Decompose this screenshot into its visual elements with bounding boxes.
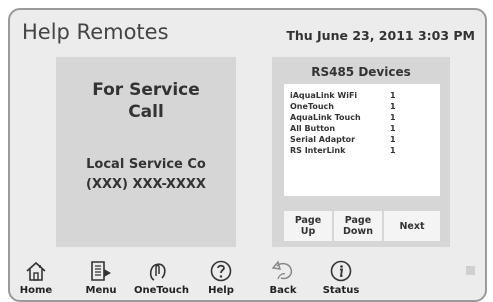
onetouch-icon bbox=[146, 260, 170, 282]
nav-menu-label: Menu bbox=[85, 285, 117, 296]
nav-onetouch-button[interactable]: OneTouch bbox=[134, 258, 189, 300]
page-down-label: Page Down bbox=[343, 215, 373, 237]
device-count: 1 bbox=[390, 102, 396, 111]
nav-back-label: Back bbox=[269, 285, 297, 296]
nav-status-button[interactable]: Status bbox=[317, 258, 365, 300]
home-icon bbox=[24, 260, 48, 282]
device-count: 1 bbox=[390, 135, 396, 144]
next-label: Next bbox=[399, 220, 425, 232]
screen-frame: Help Remotes Thu June 23, 2011 3:03 PM F… bbox=[8, 8, 487, 302]
device-count: 1 bbox=[390, 113, 396, 122]
service-heading: For Service Call bbox=[56, 79, 236, 123]
service-panel: For Service Call Local Service Co (XXX) … bbox=[56, 57, 236, 247]
service-heading-line1: For Service bbox=[92, 80, 200, 100]
service-heading-line2: Call bbox=[128, 102, 164, 122]
service-company: Local Service Co bbox=[86, 157, 206, 172]
next-button[interactable]: Next bbox=[384, 211, 440, 241]
nav-back-button[interactable]: Back bbox=[259, 258, 307, 300]
rs485-devices-panel: RS485 Devices iAquaLink WiFi 1 OneTouch … bbox=[272, 57, 450, 247]
device-count: 1 bbox=[390, 146, 396, 155]
nav-help-label: Help bbox=[208, 285, 234, 296]
menu-icon bbox=[89, 260, 113, 282]
header: Help Remotes Thu June 23, 2011 3:03 PM bbox=[10, 10, 485, 52]
device-name: All Button bbox=[290, 124, 336, 133]
info-icon bbox=[329, 260, 353, 282]
page-up-button[interactable]: Page Up bbox=[284, 211, 332, 241]
help-icon bbox=[209, 260, 233, 282]
devices-title: RS485 Devices bbox=[311, 65, 411, 79]
device-name: AquaLink Touch bbox=[290, 113, 361, 122]
bottom-nav-bar: Home Menu OneTouch Help Back Status bbox=[10, 258, 485, 300]
device-name: RS InterLink bbox=[290, 146, 346, 155]
service-phone: (XXX) XXX-XXXX bbox=[86, 177, 206, 192]
nav-status-label: Status bbox=[322, 285, 360, 296]
device-name: Serial Adaptor bbox=[290, 135, 356, 144]
nav-menu-button[interactable]: Menu bbox=[77, 258, 125, 300]
nav-home-button[interactable]: Home bbox=[12, 258, 60, 300]
nav-help-button[interactable]: Help bbox=[197, 258, 245, 300]
corner-indicator bbox=[466, 266, 475, 275]
devices-list: iAquaLink WiFi 1 OneTouch 1 AquaLink Tou… bbox=[284, 84, 440, 196]
device-count: 1 bbox=[390, 124, 396, 133]
page-down-button[interactable]: Page Down bbox=[334, 211, 382, 241]
page-title: Help Remotes bbox=[22, 20, 169, 44]
device-name: iAquaLink WiFi bbox=[290, 91, 358, 100]
nav-onetouch-label: OneTouch bbox=[134, 285, 189, 296]
page-up-label: Page Up bbox=[294, 215, 322, 237]
device-count: 1 bbox=[390, 91, 396, 100]
device-name: OneTouch bbox=[290, 102, 334, 111]
nav-home-label: Home bbox=[19, 285, 53, 296]
back-icon bbox=[271, 260, 295, 282]
date-time: Thu June 23, 2011 3:03 PM bbox=[286, 28, 475, 43]
